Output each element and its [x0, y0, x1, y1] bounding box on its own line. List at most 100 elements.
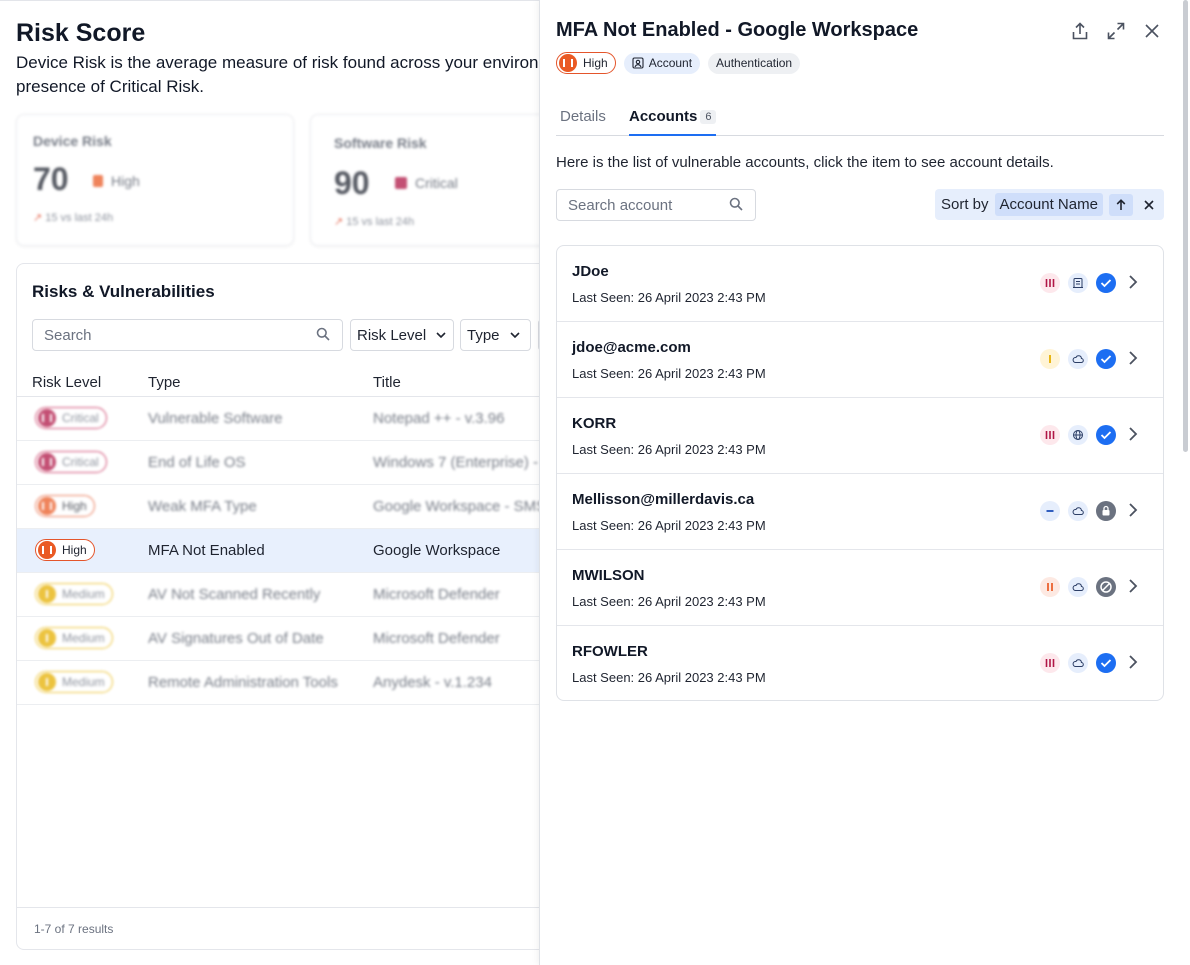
- account-search-input[interactable]: Search account: [556, 189, 756, 221]
- card-level: Critical: [395, 175, 458, 191]
- column-header[interactable]: Risk Level: [32, 374, 101, 391]
- table-row[interactable]: Critical End of Life OS Windows 7 (Enter…: [17, 441, 615, 485]
- pagination-summary: 1-7 of 7 results: [17, 907, 615, 949]
- account-last-seen: Last Seen: 26 April 2023 2:43 PM: [572, 594, 766, 609]
- sort-label: Sort by: [941, 196, 989, 213]
- severity-badge: Medium: [35, 627, 113, 649]
- sort-control[interactable]: Sort by Account Name: [935, 189, 1164, 220]
- clear-sort-button[interactable]: [1139, 194, 1159, 216]
- cloud-icon: [1068, 349, 1088, 369]
- tag-authentication: Authentication: [708, 52, 801, 74]
- sort-direction-button[interactable]: [1108, 193, 1133, 216]
- chevron-down-icon: [436, 332, 446, 338]
- accounts-count-badge: 6: [700, 110, 717, 124]
- cloud-icon: [1068, 501, 1088, 521]
- high-risk-icon: [1040, 577, 1060, 597]
- row-title: Notepad ++ - v.3.96: [373, 410, 505, 427]
- row-type: AV Not Scanned Recently: [148, 586, 321, 603]
- chevron-right-icon: [1129, 275, 1138, 289]
- row-type: AV Signatures Out of Date: [148, 630, 324, 647]
- account-last-seen: Last Seen: 26 April 2023 2:43 PM: [572, 366, 766, 381]
- severity-badge: Critical: [35, 451, 107, 473]
- tag-account: Account: [623, 52, 701, 74]
- panel-title: MFA Not Enabled - Google Workspace: [556, 19, 919, 41]
- card-label: Device Risk: [33, 133, 112, 149]
- severity-badge: Medium: [35, 671, 113, 693]
- medium-risk-icon: [1040, 349, 1060, 369]
- card-value: 90: [334, 165, 370, 201]
- chevron-right-icon: [1129, 351, 1138, 365]
- cloud-icon: [1068, 653, 1088, 673]
- globe-icon: [1068, 425, 1088, 445]
- close-button[interactable]: [1142, 20, 1162, 42]
- row-type: MFA Not Enabled: [148, 542, 265, 559]
- critical-risk-icon: [1040, 653, 1060, 673]
- panel-tabs: Details Accounts 6: [556, 103, 1164, 136]
- account-list-item[interactable]: jdoe@acme.com Last Seen: 26 April 2023 2…: [557, 322, 1163, 398]
- row-title: Google Workspace: [373, 542, 501, 559]
- risk-level-filter[interactable]: Risk Level: [350, 319, 454, 351]
- severity-badge: Medium: [35, 583, 113, 605]
- account-list-item[interactable]: RFOWLER Last Seen: 26 April 2023 2:43 PM: [557, 626, 1163, 700]
- table-row[interactable]: High Weak MFA Type Google Workspace - SM…: [17, 485, 615, 529]
- account-name: KORR: [572, 415, 617, 432]
- export-button[interactable]: [1070, 20, 1090, 42]
- panel-tags: High Account Authentication: [556, 52, 801, 74]
- verified-icon: [1096, 653, 1116, 673]
- panel-actions: [1070, 20, 1162, 42]
- column-header[interactable]: Title: [373, 374, 401, 391]
- verified-icon: [1096, 273, 1116, 293]
- account-list-item[interactable]: MWILSON Last Seen: 26 April 2023 2:43 PM: [557, 550, 1163, 626]
- column-header[interactable]: Type: [148, 374, 181, 391]
- account-name: JDoe: [572, 263, 609, 280]
- risks-search-input[interactable]: Search: [32, 319, 343, 351]
- table-row[interactable]: Medium AV Signatures Out of Date Microso…: [17, 617, 615, 661]
- account-list-item[interactable]: KORR Last Seen: 26 April 2023 2:43 PM: [557, 398, 1163, 474]
- chevron-down-icon: [509, 332, 520, 338]
- sort-field[interactable]: Account Name: [994, 193, 1103, 216]
- table-row[interactable]: Critical Vulnerable Software Notepad ++ …: [17, 397, 615, 441]
- verified-icon: [1096, 425, 1116, 445]
- account-last-seen: Last Seen: 26 April 2023 2:43 PM: [572, 290, 766, 305]
- row-type: End of Life OS: [148, 454, 246, 471]
- critical-risk-icon: [1040, 273, 1060, 293]
- low-risk-icon: [1040, 501, 1060, 521]
- row-title: Microsoft Defender: [373, 630, 500, 647]
- row-type: Remote Administration Tools: [148, 674, 338, 691]
- account-list-item[interactable]: Mellisson@millerdavis.ca Last Seen: 26 A…: [557, 474, 1163, 550]
- expand-icon: [1107, 22, 1125, 40]
- critical-risk-icon: [1040, 425, 1060, 445]
- verified-icon: [1096, 349, 1116, 369]
- type-filter[interactable]: Type: [460, 319, 531, 351]
- account-last-seen: Last Seen: 26 April 2023 2:43 PM: [572, 670, 766, 685]
- scrollbar-thumb[interactable]: [1183, 0, 1188, 452]
- close-icon: [1144, 199, 1154, 210]
- tab-details[interactable]: Details: [560, 108, 606, 136]
- account-name: RFOWLER: [572, 643, 648, 660]
- row-type: Weak MFA Type: [148, 498, 257, 515]
- card-delta: ↗ 15 vs last 24h: [33, 212, 114, 224]
- device-risk-card[interactable]: Device Risk 70 High ↗ 15 vs last 24h: [16, 114, 294, 246]
- chevron-right-icon: [1129, 427, 1138, 441]
- card-level: High: [93, 173, 140, 189]
- tab-accounts[interactable]: Accounts 6: [629, 108, 717, 136]
- chevron-right-icon: [1129, 579, 1138, 593]
- row-title: Google Workspace - SMS: [373, 498, 547, 515]
- accounts-intro-text: Here is the list of vulnerable accounts,…: [556, 154, 1054, 171]
- card-value: 70: [33, 161, 69, 197]
- account-last-seen: Last Seen: 26 April 2023 2:43 PM: [572, 442, 766, 457]
- table-row[interactable]: Medium AV Not Scanned Recently Microsoft…: [17, 573, 615, 617]
- directory-icon: [1068, 273, 1088, 293]
- expand-button[interactable]: [1106, 20, 1126, 42]
- table-row-selected[interactable]: High MFA Not Enabled Google Workspace: [17, 529, 615, 573]
- table-row[interactable]: Medium Remote Administration Tools Anyde…: [17, 661, 615, 705]
- severity-badge: Critical: [35, 407, 107, 429]
- row-title: Windows 7 (Enterprise) -: [373, 454, 539, 471]
- search-icon: [729, 197, 743, 211]
- account-icon: [632, 57, 644, 69]
- card-delta: ↗ 15 vs last 24h: [334, 216, 415, 228]
- severity-badge: High: [556, 52, 616, 74]
- account-list-item[interactable]: JDoe Last Seen: 26 April 2023 2:43 PM: [557, 246, 1163, 322]
- chevron-right-icon: [1129, 655, 1138, 669]
- row-title: Anydesk - v.1.234: [373, 674, 492, 691]
